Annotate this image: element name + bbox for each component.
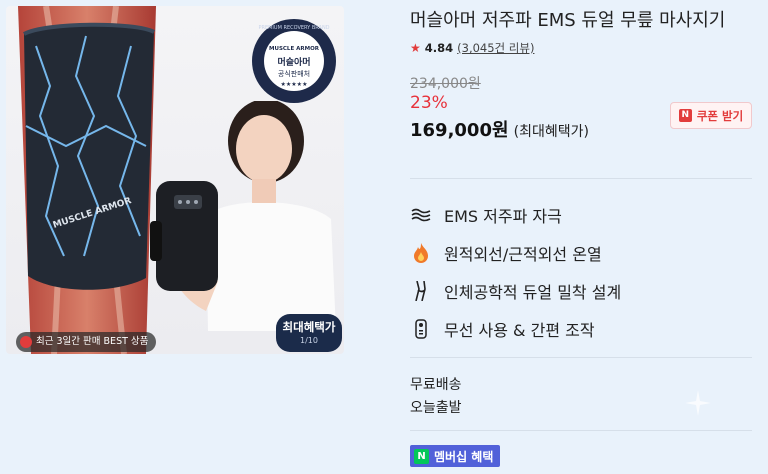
feature-item: EMS 저주파 자극 [410,196,752,234]
official-seller-seal: MUSCLE ARMOR 머슬아머 공식판매처 ★★★★★ PREMIUM RE… [252,19,336,103]
image-counter: 1/10 [300,336,318,345]
divider [410,178,752,179]
shipping-free-label: 무료배송 [410,377,462,393]
flame-icon [410,242,432,264]
product-image-gallery[interactable]: MUSCLE ARMOR MUSCLE ARMOR 머슬아머 공식판매처 ★★★… [6,6,344,354]
discount-rate: 23% [410,93,448,113]
final-price-amount: 169,000원 [410,120,509,141]
svg-text:PREMIUM RECOVERY BRAND: PREMIUM RECOVERY BRAND [258,25,329,31]
coupon-button-label: 쿠폰 받기 [696,108,744,123]
best-icon [20,336,32,348]
svg-text:공식판매처: 공식판매처 [278,69,310,78]
svg-text:머슬아머: 머슬아머 [277,56,310,68]
wave-icon [410,204,432,226]
rating-score: 4.84 [424,41,454,55]
review-count-link[interactable]: (3,045건 리뷰) [457,40,534,56]
feature-label: 무선 사용 & 간편 조작 [444,321,595,340]
max-benefit-label: 최대혜택가 [282,320,336,334]
shipping-today-label: 오늘출발 [410,400,462,416]
original-price: 234,000원 [410,76,481,92]
membership-benefit-button[interactable]: N 멤버십 혜택 [410,445,501,467]
product-title: 머슬아머 저주파 EMS 듀얼 무릎 마사지기 [410,10,726,31]
model-holding-device-photo [150,101,336,331]
best-seller-label: 최근 3일간 판매 BEST 상품 [36,336,149,347]
feature-item: 원적외선/근적외선 온열 [410,234,752,272]
svg-text:★★★★★: ★★★★★ [281,81,308,88]
star-icon: ★ [410,41,421,55]
best-seller-chip: 최근 3일간 판매 BEST 상품 [16,332,157,352]
final-price: 169,000원 (최대혜택가) [410,116,589,142]
feature-item: 인체공학적 듀얼 밀착 설계 [410,272,752,310]
knee-icon [410,280,432,302]
svg-text:MUSCLE ARMOR: MUSCLE ARMOR [269,46,320,52]
max-benefit-bubble[interactable]: 최대혜택가 1/10 [276,314,342,352]
sparkle-icon [685,390,711,416]
final-price-note: (최대혜택가) [513,124,589,140]
shipping-info: 무료배송 오늘출발 [410,374,462,420]
feature-label: EMS 저주파 자극 [444,207,562,226]
coupon-button[interactable]: N 쿠폰 받기 [670,102,752,129]
naver-n-icon: N [678,109,692,122]
remote-icon [410,318,432,340]
naver-n-icon: N [414,448,429,464]
divider [410,357,752,358]
feature-list: EMS 저주파 자극 원적외선/근적외선 온열 인체공학적 듀얼 밀착 설계 무… [410,196,752,348]
product-rating: ★ 4.84 (3,045건 리뷰) [410,40,534,56]
membership-label: 멤버십 혜택 [434,449,494,464]
feature-item: 무선 사용 & 간편 조작 [410,310,752,348]
feature-label: 원적외선/근적외선 온열 [444,245,602,264]
divider [410,430,752,431]
feature-label: 인체공학적 듀얼 밀착 설계 [444,283,622,302]
